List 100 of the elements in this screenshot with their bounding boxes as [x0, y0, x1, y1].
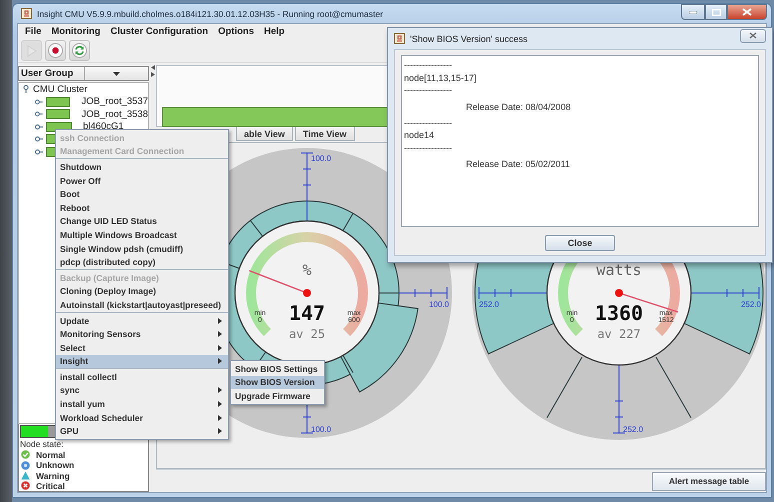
- unit-label: %: [302, 261, 312, 279]
- expand-arrow-icon[interactable]: [150, 72, 154, 77]
- scale-label: 100.0: [311, 425, 332, 434]
- menu-item[interactable]: GPU: [56, 424, 228, 438]
- close-button[interactable]: [740, 28, 766, 42]
- scale-axis: [398, 286, 448, 300]
- tree-handle-icon[interactable]: [35, 110, 43, 118]
- scale-label: 252.0: [478, 300, 500, 309]
- output-text-area[interactable]: ---------------- node[11,13,15-17] ---------------- Release Date: 08/04/2008 ---------------- node14 ---------------- Release Date: 05/02/2011: [401, 55, 759, 227]
- minimize-button[interactable]: [681, 4, 705, 20]
- tree-item[interactable]: JOB_root_3537: [81, 96, 148, 108]
- close-button[interactable]: [727, 4, 767, 20]
- tab[interactable]: Time View: [294, 127, 355, 141]
- average-value: av 227: [597, 327, 641, 341]
- toolbar-button[interactable]: [45, 40, 66, 61]
- tree-handle-icon[interactable]: [22, 85, 30, 94]
- tree-handle-icon[interactable]: [35, 148, 43, 156]
- toolbar-button[interactable]: [69, 40, 90, 61]
- menu-item[interactable]: Upgrade Firmware: [231, 389, 324, 403]
- warning-icon: [21, 471, 30, 480]
- menu-item[interactable]: Show BIOS Version: [231, 376, 324, 390]
- menu-item[interactable]: Reboot: [56, 200, 228, 215]
- menu-item[interactable]: Cluster Configuration: [105, 26, 214, 37]
- minimize-icon: [689, 10, 697, 14]
- unknown-icon: [21, 460, 30, 470]
- legend-label: Critical: [36, 480, 65, 491]
- gauge-value: 147: [288, 301, 326, 325]
- menu-item[interactable]: sync: [56, 384, 228, 398]
- tab[interactable]: able View: [236, 127, 293, 141]
- output-line: ----------------: [404, 84, 453, 96]
- scale-label: 100.0: [428, 300, 450, 309]
- alert-table-button[interactable]: Alert message table: [652, 472, 766, 490]
- scale-label: 252.0: [623, 425, 644, 434]
- caret-icon: [218, 331, 222, 338]
- scale-label: 100.0: [311, 154, 332, 163]
- check-icon: [21, 450, 30, 460]
- caret-icon: [218, 387, 222, 394]
- play-icon: [26, 44, 36, 56]
- tree-item[interactable]: bl460cG1: [83, 121, 124, 132]
- output-line: node14: [404, 129, 436, 142]
- app-icon: [394, 33, 405, 44]
- menu-item[interactable]: Help: [258, 26, 290, 37]
- scale-axis: [690, 286, 760, 300]
- window-title: Insight CMU V5.9.9.mbuild.cholmes.o184i121.30.01.12.03H35 - Running root@cmumaster: [37, 8, 384, 18]
- caret-icon: [218, 401, 222, 408]
- legend-label: Unknown: [36, 460, 74, 470]
- menu-item[interactable]: Power Off: [56, 174, 228, 188]
- menu-item[interactable]: Update: [56, 314, 228, 328]
- caret-icon: [218, 428, 222, 434]
- menu-item[interactable]: Change UID LED Status: [56, 214, 228, 228]
- menu-item[interactable]: Monitoring: [46, 26, 106, 37]
- caret-icon: [218, 358, 222, 364]
- output-line: Release Date: 08/04/2008: [465, 100, 572, 114]
- menu-item[interactable]: install yum: [56, 397, 228, 411]
- menu-item[interactable]: File: [20, 26, 46, 37]
- menu-item[interactable]: Select: [56, 340, 228, 354]
- tree-item[interactable]: CMU Cluster: [33, 84, 88, 95]
- menu-item[interactable]: Autoinstall (kickstart|autoyast|preseed): [56, 298, 228, 312]
- tree-handle-icon[interactable]: [35, 135, 43, 144]
- menu-item[interactable]: Single Window pdsh (cmudiff): [56, 242, 228, 256]
- menu-item[interactable]: Shutdown: [56, 160, 228, 174]
- collapse-arrow-icon[interactable]: [150, 65, 154, 70]
- maximize-icon: [712, 8, 720, 16]
- output-line: ----------------: [404, 142, 453, 154]
- caret-icon: [218, 318, 222, 324]
- maximize-button[interactable]: [705, 4, 727, 20]
- gauge-value: 1360: [594, 301, 644, 325]
- group-select[interactable]: User Group: [18, 66, 149, 81]
- app-icon: [21, 8, 32, 19]
- tree-handle-icon[interactable]: [35, 122, 43, 131]
- record-icon: [48, 43, 63, 58]
- menu-item[interactable]: Show BIOS Settings: [231, 362, 324, 376]
- legend-title: Node state:: [19, 438, 64, 450]
- tree-handle-icon[interactable]: [35, 98, 43, 106]
- scale-axis: [300, 152, 314, 222]
- average-value: av 25: [288, 327, 326, 341]
- output-line: ----------------: [404, 59, 453, 72]
- menu-item[interactable]: pdcp (distributed copy): [56, 255, 228, 269]
- close-button[interactable]: Close: [545, 235, 615, 251]
- menu-item[interactable]: Boot: [56, 187, 228, 201]
- output-line: ----------------: [404, 116, 453, 129]
- refresh-icon: [72, 43, 87, 58]
- output-line: Release Date: 05/02/2011: [465, 158, 571, 171]
- legend-label: Warning: [36, 470, 70, 481]
- menu-item[interactable]: Options: [213, 26, 259, 37]
- output-line: node[11,13,15-17]: [404, 72, 478, 84]
- menu-item[interactable]: Multiple Windows Broadcast: [56, 228, 228, 242]
- dialog-title: 'Show BIOS Version' success: [410, 34, 528, 44]
- scale-axis: [478, 286, 548, 300]
- menu-item[interactable]: Cloning (Deploy Image): [56, 284, 228, 298]
- menu-item[interactable]: Workload Scheduler: [56, 410, 228, 424]
- legend-label: Normal: [36, 450, 66, 460]
- menu-item[interactable]: install collectl: [56, 370, 228, 384]
- caret-icon: [218, 414, 222, 421]
- tree-item[interactable]: JOB_root_3538: [81, 108, 148, 120]
- unit-label: watts: [596, 261, 642, 279]
- caret-icon: [218, 344, 222, 351]
- menu-item[interactable]: Insight: [56, 354, 228, 368]
- close-icon: [749, 32, 757, 39]
- menu-item[interactable]: Monitoring Sensors: [56, 327, 228, 341]
